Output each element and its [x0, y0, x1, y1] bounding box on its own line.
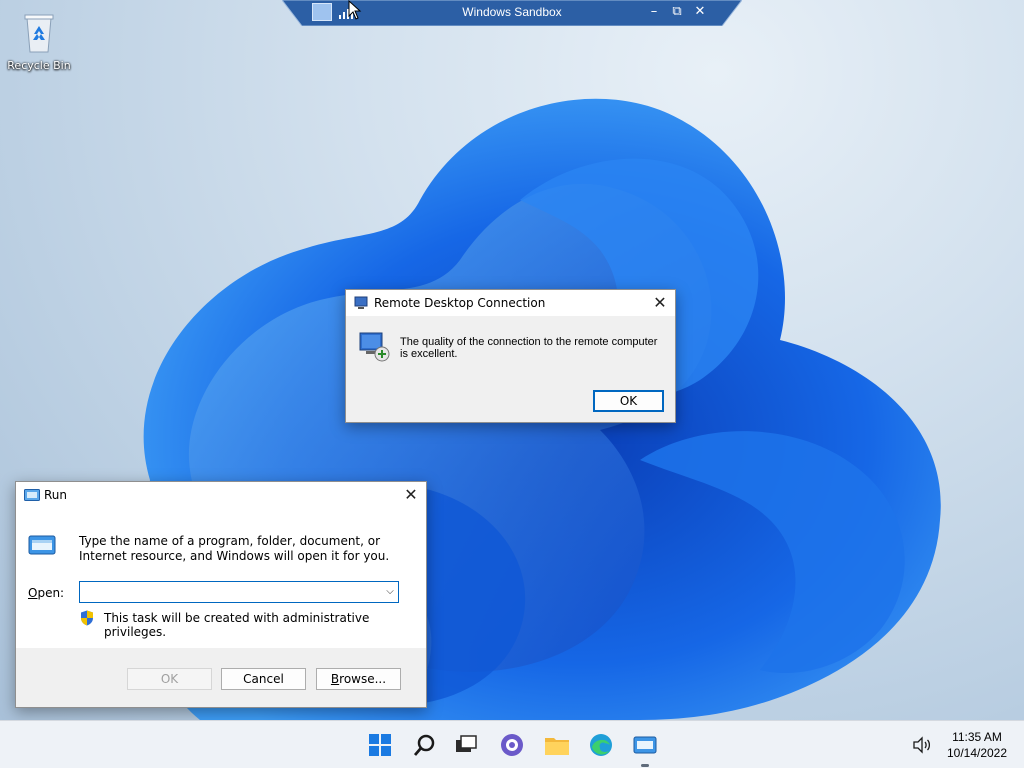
rdc-ok-button[interactable]: OK: [593, 390, 664, 412]
run-browse-button[interactable]: Browse...: [316, 668, 401, 690]
taskbar-clock[interactable]: 11:35 AM 10/14/2022: [940, 729, 1014, 761]
chevron-down-icon[interactable]: ⌵: [382, 582, 398, 602]
run-ok-button[interactable]: OK: [127, 668, 212, 690]
run-app-icon: [633, 736, 657, 754]
run-app-icon: [24, 489, 40, 501]
sandbox-restore-button[interactable]: ⧉: [667, 3, 687, 21]
task-view-button[interactable]: [452, 731, 480, 759]
remote-desktop-dialog: Remote Desktop Connection ✕ The quality …: [345, 289, 676, 423]
rdc-close-button[interactable]: ✕: [645, 290, 675, 316]
recycle-bin-label: Recycle Bin: [7, 59, 71, 72]
run-title: Run: [44, 488, 68, 502]
mouse-cursor-icon: [348, 0, 362, 20]
rdc-message: The quality of the connection to the rem…: [400, 336, 658, 360]
recycle-bin-icon: [24, 14, 54, 53]
run-description: Type the name of a program, folder, docu…: [79, 534, 390, 563]
run-dialog: Run ✕ Type the name of a program, folder…: [15, 481, 427, 708]
uac-shield-icon: [81, 610, 93, 626]
folder-icon: [545, 738, 569, 755]
task-view-icon: [456, 735, 477, 752]
edge-button[interactable]: [587, 731, 615, 759]
open-combo-input[interactable]: [79, 581, 399, 603]
windows-start-icon: [369, 734, 391, 756]
admin-privileges-note: This task will be created with administr…: [104, 611, 370, 639]
chat-button[interactable]: [498, 731, 526, 759]
run-taskbar-button[interactable]: [631, 731, 659, 767]
rdc-titlebar[interactable]: Remote Desktop Connection ✕: [346, 290, 675, 316]
taskbar: 11:35 AM 10/14/2022: [0, 720, 1024, 768]
computer-connection-icon: [359, 332, 390, 362]
search-icon: [413, 734, 435, 756]
teams-chat-icon: [501, 734, 523, 756]
search-button[interactable]: [411, 731, 439, 759]
rdc-title: Remote Desktop Connection: [374, 296, 546, 310]
run-cancel-button[interactable]: Cancel: [221, 668, 306, 690]
sandbox-minimize-button[interactable]: –: [644, 3, 664, 21]
sandbox-close-button[interactable]: ✕: [690, 3, 710, 21]
desktop-icon-recycle-bin[interactable]: Recycle Bin: [6, 10, 72, 72]
run-icon: [28, 535, 56, 555]
file-explorer-button[interactable]: [543, 731, 571, 759]
clock-time: 11:35 AM: [952, 730, 1002, 744]
run-titlebar[interactable]: Run ✕: [16, 482, 426, 508]
rdc-app-icon: [354, 296, 368, 309]
start-button[interactable]: [366, 731, 394, 759]
run-close-button[interactable]: ✕: [396, 482, 426, 508]
open-label: Open:: [28, 586, 65, 600]
clock-date: 10/14/2022: [946, 746, 1008, 760]
edge-browser-icon: [590, 734, 612, 756]
pin-button[interactable]: [312, 3, 332, 21]
volume-icon[interactable]: [912, 735, 932, 755]
